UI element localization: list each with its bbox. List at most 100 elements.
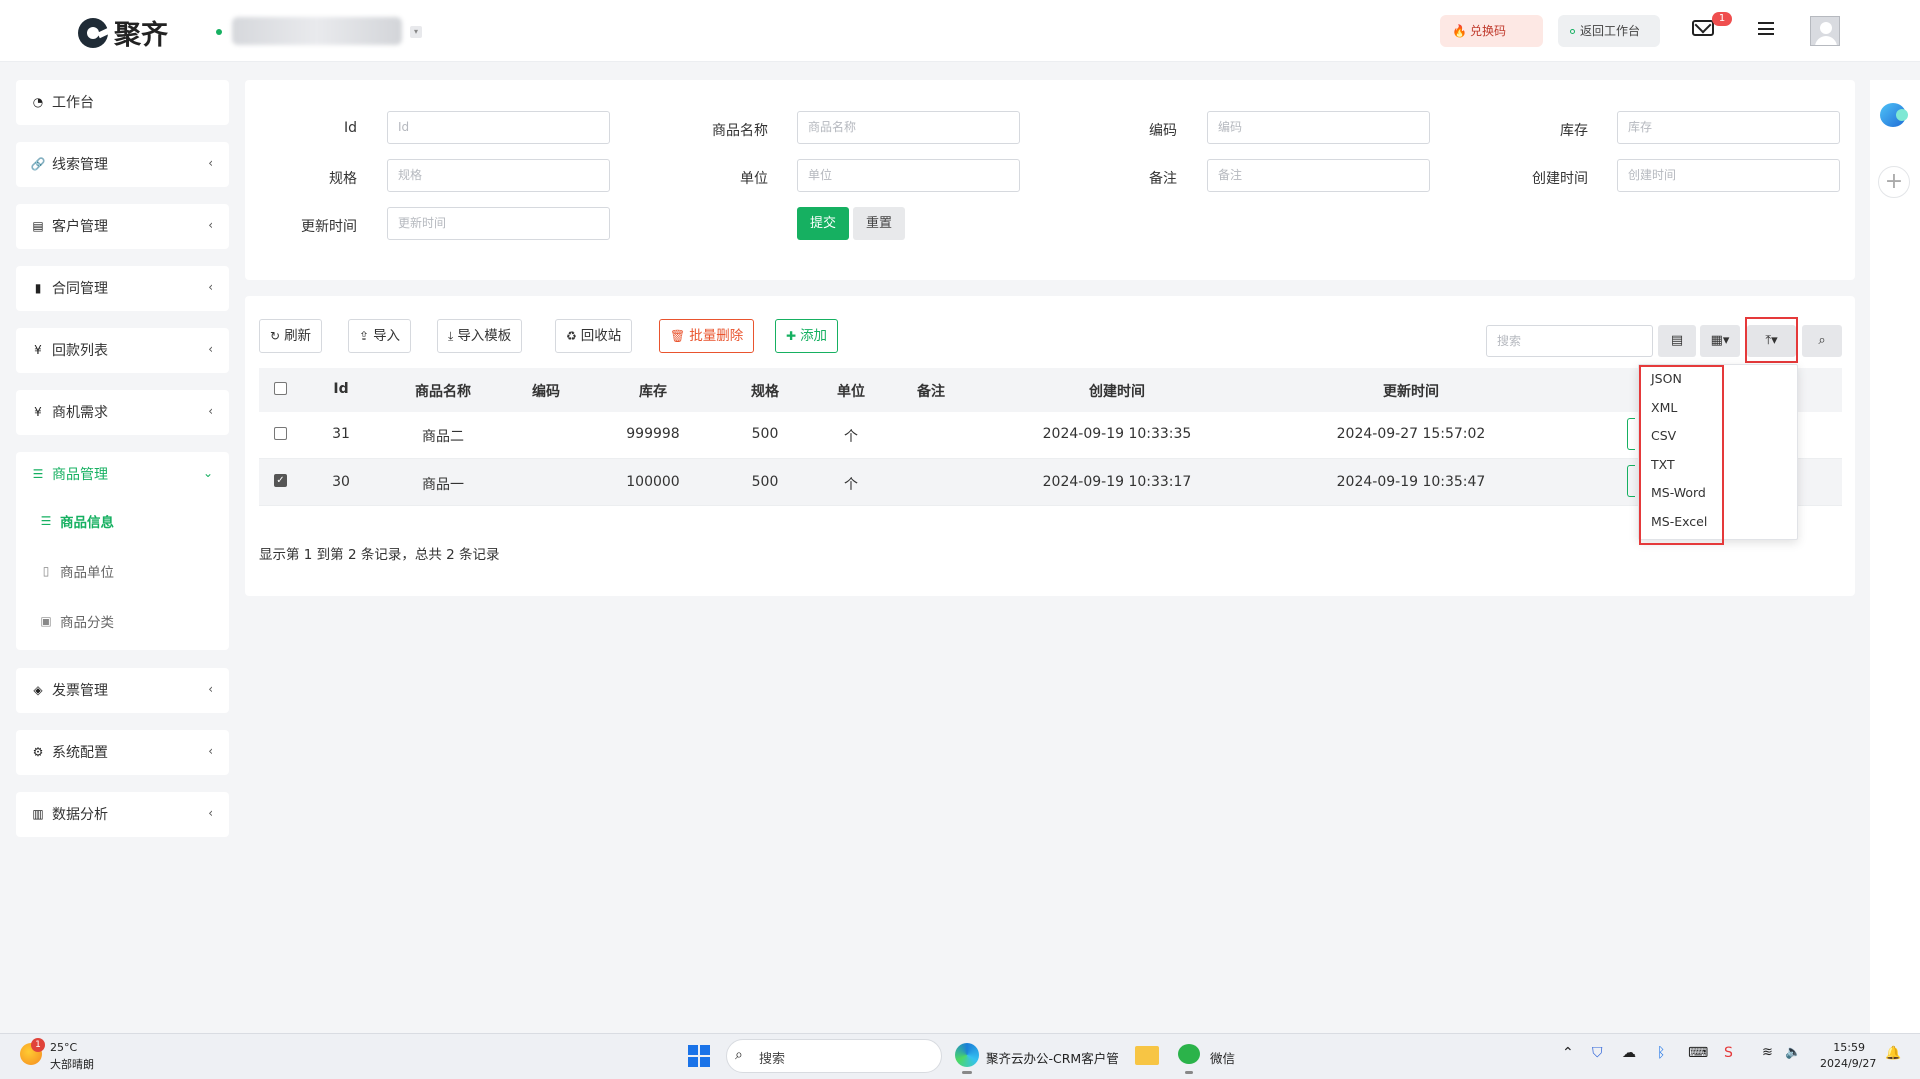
import-button[interactable]: ⇪ 导入 bbox=[348, 319, 412, 353]
col-header-spec[interactable]: 规格 bbox=[751, 381, 779, 401]
bluetooth-icon[interactable]: ᛒ bbox=[1657, 1045, 1665, 1061]
import-template-button[interactable]: ⤓ 导入模板 bbox=[437, 319, 523, 353]
top-header: 聚齐 ▾ 🔥 兑换码 返回工作台 1 bbox=[0, 0, 1920, 62]
sidebar-item-contracts[interactable]: ▮ 合同管理 ‹ bbox=[16, 266, 229, 310]
cloud-icon[interactable]: ☁ bbox=[1622, 1045, 1636, 1061]
speaker-icon[interactable]: 🔈 bbox=[1785, 1045, 1801, 1060]
plus-icon: ✚ bbox=[786, 329, 797, 343]
field-label-created: 创建时间 bbox=[1532, 171, 1588, 187]
ticket-icon: ◈ bbox=[33, 683, 43, 697]
brand-logo[interactable]: 聚齐 bbox=[78, 13, 168, 52]
chevron-left-icon: ‹ bbox=[208, 218, 213, 232]
sidebar-item-workbench[interactable]: ◔ 工作台 bbox=[16, 80, 229, 124]
col-header-name[interactable]: 商品名称 bbox=[415, 381, 471, 401]
created-time-input[interactable]: 创建时间 bbox=[1617, 159, 1840, 192]
col-header-updated[interactable]: 更新时间 bbox=[1383, 381, 1439, 401]
code-input[interactable]: 编码 bbox=[1207, 111, 1430, 144]
table-header bbox=[259, 368, 1842, 412]
sidebar-item-analytics[interactable]: ▥ 数据分析 ‹ bbox=[16, 792, 229, 836]
keyboard-icon[interactable]: ⌨ bbox=[1688, 1045, 1708, 1061]
updated-time-input[interactable]: 更新时间 bbox=[387, 207, 610, 240]
sidebar-subitem-product-unit[interactable]: ▯ 商品单位 bbox=[16, 546, 229, 596]
hamburger-menu-icon[interactable] bbox=[1758, 22, 1774, 35]
add-button[interactable]: ✚ 添加 bbox=[775, 319, 839, 353]
workspace-name-blurred[interactable] bbox=[232, 17, 402, 45]
sidebar-item-invoices[interactable]: ◈ 发票管理 ‹ bbox=[16, 668, 229, 712]
row-checkbox[interactable] bbox=[274, 427, 287, 440]
col-header-note[interactable]: 备注 bbox=[917, 381, 945, 401]
notification-bell-icon[interactable]: 🔔 bbox=[1885, 1046, 1901, 1061]
running-indicator bbox=[1185, 1071, 1193, 1074]
batch-delete-button[interactable]: 🗑 批量删除 bbox=[659, 319, 755, 353]
reset-button[interactable]: 重置 bbox=[853, 207, 905, 240]
back-to-workbench-button[interactable]: 返回工作台 bbox=[1558, 15, 1660, 47]
advanced-search-button[interactable]: ⌕ bbox=[1802, 325, 1842, 357]
clock-date[interactable]: 2024/9/27 bbox=[1820, 1057, 1876, 1070]
spec-input[interactable]: 规格 bbox=[387, 159, 610, 192]
add-shortcut-icon[interactable]: + bbox=[1878, 166, 1910, 198]
select-all-checkbox[interactable] bbox=[274, 382, 287, 395]
unit-input[interactable]: 单位 bbox=[797, 159, 1020, 192]
field-label-name: 商品名称 bbox=[712, 123, 768, 139]
recycle-bin-button[interactable]: ♻ 回收站 bbox=[555, 319, 633, 353]
chevron-down-icon: ⌄ bbox=[202, 466, 213, 480]
book-icon: ▯ bbox=[42, 564, 50, 578]
redeem-code-button[interactable]: 🔥 兑换码 bbox=[1440, 15, 1543, 47]
taskbar-wechat-label[interactable]: 微信 bbox=[1210, 1048, 1235, 1067]
row-checkbox[interactable]: ✓ bbox=[274, 474, 287, 487]
sidebar-item-settings[interactable]: ⚙ 系统配置 ‹ bbox=[16, 730, 229, 774]
mail-icon[interactable] bbox=[1692, 20, 1714, 36]
user-avatar[interactable] bbox=[1810, 16, 1840, 46]
weather-desc: 大部晴朗 bbox=[50, 1058, 94, 1071]
workspace-caret-icon[interactable]: ▾ bbox=[410, 26, 422, 38]
columns-button[interactable]: ▦▾ bbox=[1700, 325, 1740, 357]
wechat-icon[interactable] bbox=[1178, 1044, 1200, 1064]
download-icon: ⤓ bbox=[448, 329, 454, 343]
col-header-code[interactable]: 编码 bbox=[532, 381, 560, 401]
sidebar-subitem-product-info[interactable]: ☰ 商品信息 bbox=[16, 496, 229, 546]
stock-input[interactable]: 库存 bbox=[1617, 111, 1840, 144]
cell-id: 31 bbox=[332, 426, 350, 442]
file-explorer-icon[interactable] bbox=[1135, 1046, 1159, 1065]
sidebar-group-leads: 🔗 线索管理 ‹ bbox=[16, 142, 229, 187]
col-header-created[interactable]: 创建时间 bbox=[1089, 381, 1145, 401]
wifi-icon[interactable]: ≋ bbox=[1762, 1045, 1773, 1060]
product-name-input[interactable]: 商品名称 bbox=[797, 111, 1020, 144]
refresh-icon: ↻ bbox=[270, 329, 281, 343]
sidebar-item-customers[interactable]: ▤ 客户管理 ‹ bbox=[16, 204, 229, 248]
note-input[interactable]: 备注 bbox=[1207, 159, 1430, 192]
id-input[interactable]: Id bbox=[387, 111, 610, 144]
col-header-unit[interactable]: 单位 bbox=[837, 381, 865, 401]
refresh-button[interactable]: ↻ 刷新 bbox=[259, 319, 323, 353]
mail-badge: 1 bbox=[1712, 12, 1732, 26]
cell-spec: 500 bbox=[751, 474, 779, 490]
id-card-icon: ▤ bbox=[32, 219, 44, 233]
col-header-stock[interactable]: 库存 bbox=[639, 381, 667, 401]
chevron-up-icon[interactable]: ⌃ bbox=[1562, 1045, 1574, 1061]
yen-icon: ¥ bbox=[34, 343, 42, 357]
table-search-input[interactable]: 搜索 bbox=[1486, 325, 1653, 357]
sidebar-subitem-product-category[interactable]: ▣ 商品分类 bbox=[16, 596, 229, 646]
row-action-button[interactable] bbox=[1627, 418, 1635, 450]
list-icon: ☰ bbox=[40, 514, 52, 528]
sidebar-item-payments[interactable]: ¥ 回款列表 ‹ bbox=[16, 328, 229, 372]
row-action-button[interactable] bbox=[1627, 465, 1635, 497]
edge-browser-icon[interactable] bbox=[955, 1043, 979, 1067]
app-tray-icon[interactable]: S bbox=[1724, 1045, 1733, 1061]
field-label-stock: 库存 bbox=[1560, 123, 1588, 139]
col-header-id[interactable]: Id bbox=[333, 381, 348, 397]
windows-start-icon[interactable] bbox=[688, 1045, 710, 1067]
sidebar-group-contracts: ▮ 合同管理 ‹ bbox=[16, 266, 229, 311]
submit-button[interactable]: 提交 bbox=[797, 207, 849, 240]
yen-icon: ¥ bbox=[34, 405, 42, 419]
chevron-left-icon: ‹ bbox=[208, 806, 213, 820]
sidebar-item-opportunities[interactable]: ¥ 商机需求 ‹ bbox=[16, 390, 229, 434]
shield-icon[interactable]: ⛉ bbox=[1592, 1045, 1603, 1061]
cell-name: 商品一 bbox=[422, 477, 464, 493]
toggle-view-button[interactable]: ▤ bbox=[1658, 325, 1696, 357]
clock-time[interactable]: 15:59 bbox=[1825, 1041, 1865, 1054]
taskbar-app-title[interactable]: 聚齐云办公-CRM客户管 bbox=[986, 1048, 1119, 1067]
sidebar-item-products[interactable]: ☰ 商品管理 ⌄ bbox=[16, 452, 229, 496]
sidebar-item-leads[interactable]: 🔗 线索管理 ‹ bbox=[16, 142, 229, 186]
chat-assistant-icon[interactable] bbox=[1880, 103, 1908, 127]
